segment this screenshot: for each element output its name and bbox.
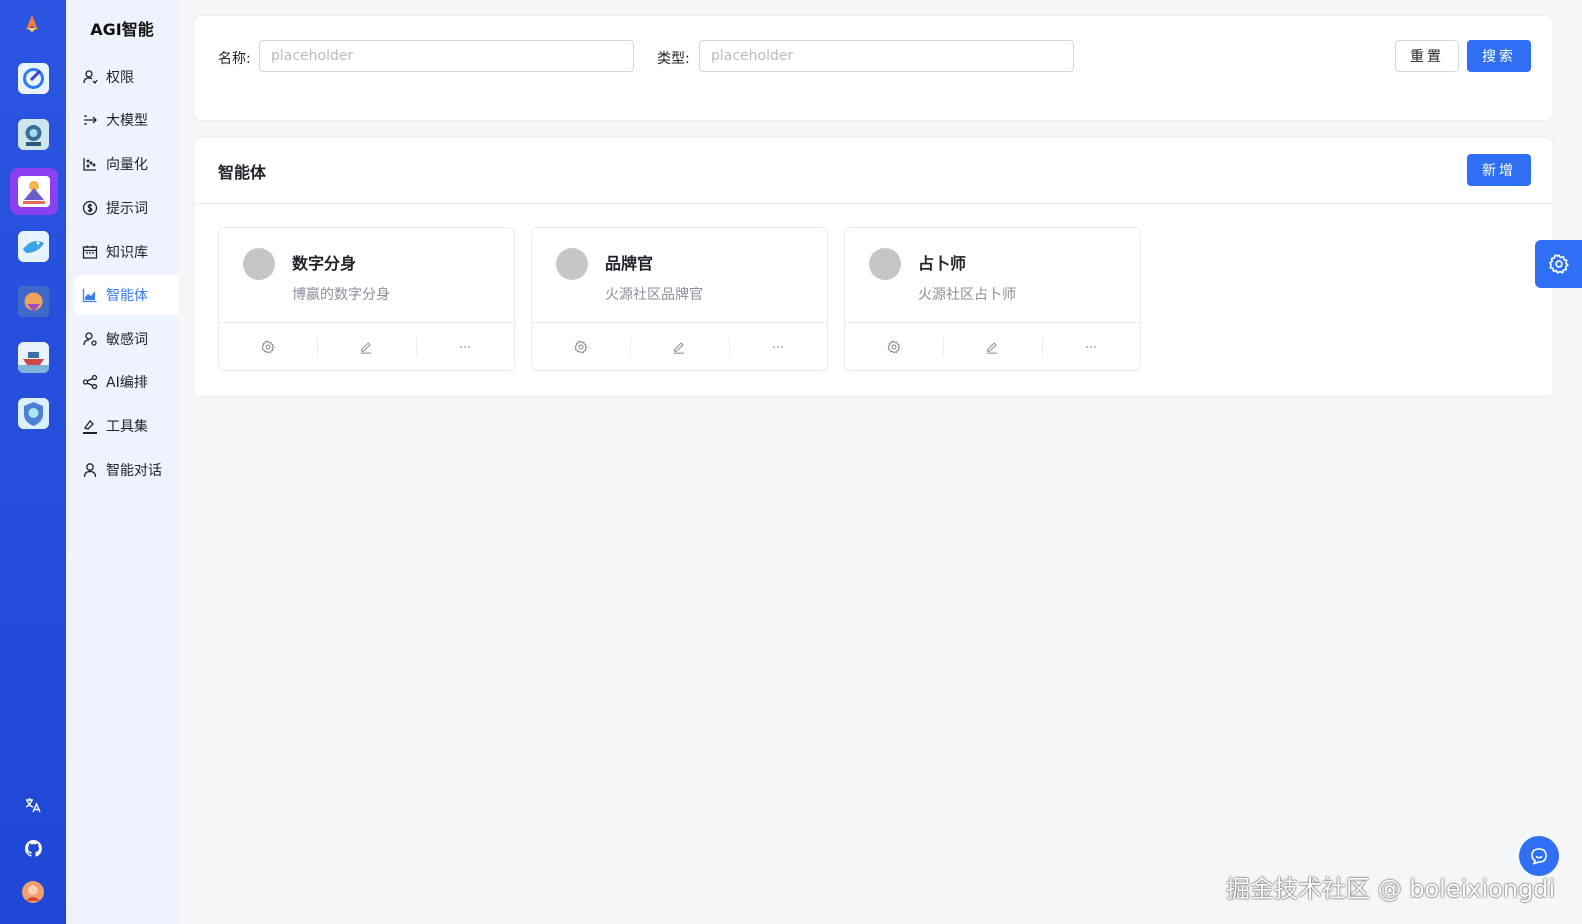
app-2-icon[interactable] xyxy=(18,119,49,150)
nav-item-label: 知识库 xyxy=(106,245,148,261)
app-1-icon[interactable] xyxy=(18,63,49,94)
nav-item-permissions[interactable]: 权限 xyxy=(74,57,178,97)
nav-item-agents[interactable]: 智能体 xyxy=(74,275,178,315)
github-icon[interactable] xyxy=(0,840,66,857)
app-3-active-icon[interactable] xyxy=(10,168,58,215)
more-action[interactable] xyxy=(1041,323,1140,370)
calendar-icon xyxy=(82,244,98,260)
search-button[interactable]: 搜索 xyxy=(1467,40,1531,72)
agents-header: 智能体 新增 xyxy=(194,138,1553,204)
type-label: 类型: xyxy=(657,51,690,67)
agent-card-actions xyxy=(532,322,827,370)
gear-icon xyxy=(574,340,588,353)
user-icon xyxy=(82,462,98,478)
agent-card-actions xyxy=(845,322,1140,370)
nav-title: AGI智能 xyxy=(90,20,154,39)
nav-item-tools[interactable]: 工具集 xyxy=(74,406,178,446)
edit-action[interactable] xyxy=(943,323,1041,370)
search-panel: 名称: 类型: 重置 搜索 xyxy=(193,15,1554,121)
agent-avatar xyxy=(869,248,901,280)
edit-icon xyxy=(361,341,372,354)
nav-item-label: 向量化 xyxy=(106,157,148,173)
reset-button[interactable]: 重置 xyxy=(1395,40,1459,72)
app-7-icon[interactable] xyxy=(18,398,49,429)
dollar-circle-icon xyxy=(82,200,98,216)
name-label: 名称: xyxy=(218,51,251,67)
settings-action[interactable] xyxy=(532,323,630,370)
agent-description: 博嬴的数字分身 xyxy=(292,287,390,303)
agent-name: 数字分身 xyxy=(292,254,357,273)
app-6-icon[interactable] xyxy=(18,342,49,373)
name-input[interactable] xyxy=(259,40,634,72)
agents-panel: 智能体 新增 数字分身 博嬴的数字分身 品牌官 火源社区品牌官 占卜师 火源社区… xyxy=(193,137,1554,397)
nav-item-label: 智能对话 xyxy=(106,463,162,479)
nav-item-llm[interactable]: 大模型 xyxy=(74,100,178,140)
agent-avatar xyxy=(556,248,588,280)
agent-description: 火源社区品牌官 xyxy=(605,287,703,303)
agent-description: 火源社区占卜师 xyxy=(918,287,1016,303)
nav-item-label: AI编排 xyxy=(106,375,148,391)
watermark-text: 掘金技术社区 @ boleixiongdi xyxy=(1226,875,1556,903)
side-nav: AGI智能 权限 大模型 向量化 提示词 知识库 智能体 敏感词 AI编排 工具… xyxy=(66,0,178,924)
theme-settings-button[interactable] xyxy=(1535,240,1582,288)
edit-icon xyxy=(987,341,998,354)
agent-avatar xyxy=(243,248,275,280)
settings-action[interactable] xyxy=(219,323,317,370)
type-input[interactable] xyxy=(699,40,1074,72)
translate-icon[interactable] xyxy=(0,796,66,814)
user-settings-icon xyxy=(82,331,98,347)
gear-icon xyxy=(1548,254,1569,274)
chat-icon xyxy=(1531,848,1547,865)
more-icon xyxy=(1086,345,1096,348)
nav-item-ai-flow[interactable]: AI编排 xyxy=(74,362,178,402)
agent-card[interactable]: 占卜师 火源社区占卜师 xyxy=(844,227,1141,371)
edit-action[interactable] xyxy=(317,323,415,370)
add-agent-button[interactable]: 新增 xyxy=(1467,154,1531,186)
nav-item-sensitive[interactable]: 敏感词 xyxy=(74,319,178,359)
app-rail xyxy=(0,0,66,924)
nav-item-label: 智能体 xyxy=(106,288,148,304)
edit-icon xyxy=(674,341,685,354)
nav-item-vectorize[interactable]: 向量化 xyxy=(74,144,178,184)
agent-name: 品牌官 xyxy=(605,254,654,273)
user-avatar[interactable] xyxy=(0,881,66,903)
gear-icon xyxy=(261,340,275,353)
nav-item-label: 提示词 xyxy=(106,201,148,217)
nav-item-label: 权限 xyxy=(106,70,134,86)
share-icon xyxy=(82,374,98,390)
nav-item-label: 敏感词 xyxy=(106,332,148,348)
nav-item-knowledge[interactable]: 知识库 xyxy=(74,232,178,272)
app-5-icon[interactable] xyxy=(18,286,49,317)
nav-item-label: 工具集 xyxy=(106,419,148,435)
gear-icon xyxy=(887,340,901,353)
agent-card[interactable]: 数字分身 博嬴的数字分身 xyxy=(218,227,515,371)
agent-card[interactable]: 品牌官 火源社区品牌官 xyxy=(531,227,828,371)
nav-item-prompts[interactable]: 提示词 xyxy=(74,188,178,228)
brand-logo-icon[interactable] xyxy=(20,12,44,36)
settings-action[interactable] xyxy=(845,323,943,370)
app-4-icon[interactable] xyxy=(18,231,49,262)
agent-name: 占卜师 xyxy=(918,254,967,273)
area-chart-icon xyxy=(82,287,98,303)
agents-title: 智能体 xyxy=(218,163,267,182)
agent-card-actions xyxy=(219,322,514,370)
more-action[interactable] xyxy=(728,323,827,370)
scatter-icon xyxy=(82,156,98,172)
more-icon xyxy=(460,345,470,348)
more-action[interactable] xyxy=(415,323,514,370)
brush-icon xyxy=(82,418,98,434)
more-icon xyxy=(773,345,783,348)
arrows-icon xyxy=(82,112,98,128)
user-lock-icon xyxy=(82,69,98,85)
nav-item-chat[interactable]: 智能对话 xyxy=(74,450,178,490)
nav-item-label: 大模型 xyxy=(106,113,148,129)
edit-action[interactable] xyxy=(630,323,728,370)
